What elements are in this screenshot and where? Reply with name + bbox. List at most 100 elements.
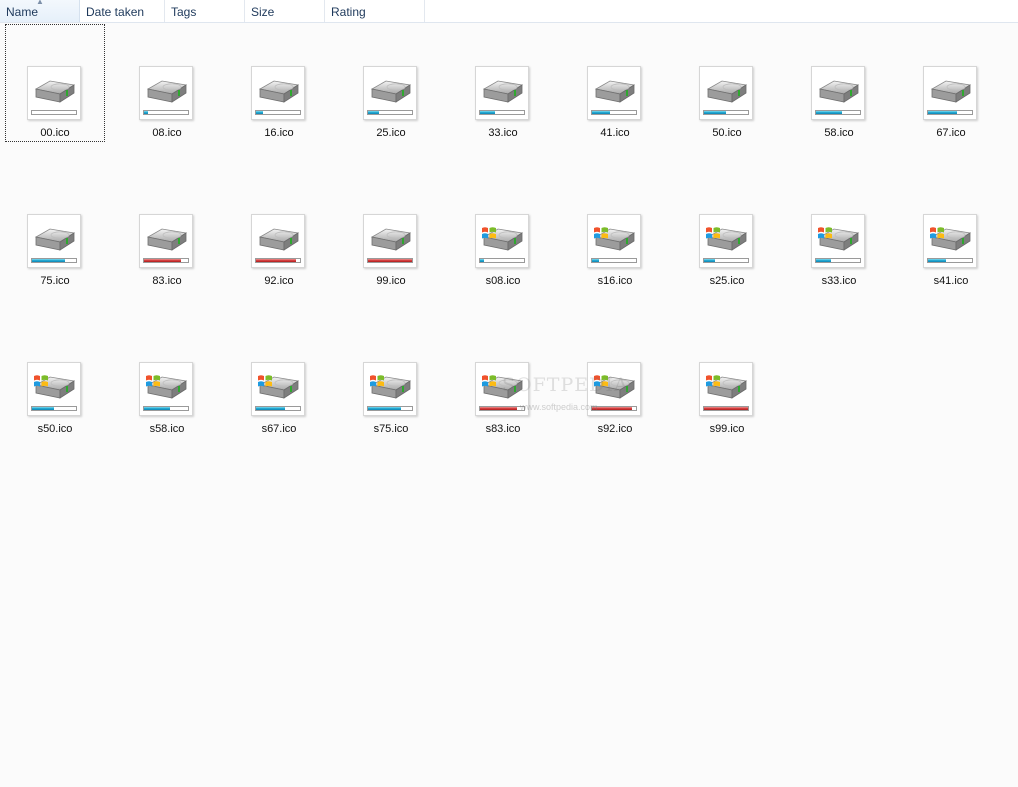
file-name: s50.ico xyxy=(37,423,73,435)
file-name: 50.ico xyxy=(712,127,742,139)
file-thumbnail xyxy=(699,214,753,268)
file-thumbnail xyxy=(363,214,417,268)
watermark: SOFTPEDIA xyxy=(502,374,629,396)
file-item[interactable]: s58.ico xyxy=(117,320,217,438)
capacity-bar xyxy=(367,110,413,115)
file-item[interactable]: s41.ico xyxy=(901,172,1001,290)
capacity-bar xyxy=(479,110,525,115)
file-name: 08.ico xyxy=(152,127,182,139)
file-name: s16.ico xyxy=(597,275,633,287)
column-header-tags[interactable]: Tags xyxy=(165,0,245,22)
file-thumbnail xyxy=(923,214,977,268)
file-thumbnail xyxy=(475,66,529,120)
capacity-bar xyxy=(815,110,861,115)
capacity-bar-fill xyxy=(368,259,412,262)
file-item[interactable]: s50.ico xyxy=(5,320,105,438)
file-name: s25.ico xyxy=(709,275,745,287)
file-thumbnail xyxy=(251,362,305,416)
file-thumbnail xyxy=(811,214,865,268)
column-header-name[interactable]: ▲ Name xyxy=(0,0,80,22)
file-thumbnail xyxy=(363,66,417,120)
file-item[interactable]: s08.ico xyxy=(453,172,553,290)
file-name: s33.ico xyxy=(821,275,857,287)
file-item[interactable]: 92.ico xyxy=(229,172,329,290)
capacity-bar-fill xyxy=(144,407,170,410)
capacity-bar xyxy=(479,406,525,411)
file-item[interactable]: 25.ico xyxy=(341,24,441,142)
column-header-size[interactable]: Size xyxy=(245,0,325,22)
file-thumbnail xyxy=(587,66,641,120)
file-item[interactable]: s67.ico xyxy=(229,320,329,438)
sort-ascending-icon: ▲ xyxy=(36,0,44,6)
capacity-bar-fill xyxy=(480,111,495,114)
file-thumbnail xyxy=(475,214,529,268)
column-header-rating[interactable]: Rating xyxy=(325,0,425,22)
file-thumbnail xyxy=(139,214,193,268)
file-name: s75.ico xyxy=(373,423,409,435)
file-item[interactable]: 00.ico xyxy=(5,24,105,142)
capacity-bar xyxy=(367,406,413,411)
file-item[interactable]: 99.ico xyxy=(341,172,441,290)
file-thumbnail xyxy=(251,66,305,120)
file-item[interactable]: s75.ico xyxy=(341,320,441,438)
capacity-bar xyxy=(479,258,525,263)
capacity-bar-fill xyxy=(928,111,958,114)
column-header-label: Name xyxy=(6,5,39,19)
file-item[interactable]: s25.ico xyxy=(677,172,777,290)
file-name: 00.ico xyxy=(40,127,70,139)
capacity-bar-fill xyxy=(704,407,748,410)
capacity-bar-fill xyxy=(704,259,715,262)
capacity-bar xyxy=(927,258,973,263)
file-item[interactable]: 41.ico xyxy=(565,24,665,142)
capacity-bar-fill xyxy=(368,111,379,114)
file-name: 92.ico xyxy=(264,275,294,287)
capacity-bar xyxy=(31,110,77,115)
file-name: s92.ico xyxy=(597,423,633,435)
file-item[interactable]: 67.ico xyxy=(901,24,1001,142)
file-name: s83.ico xyxy=(485,423,521,435)
capacity-bar-fill xyxy=(144,259,181,262)
file-thumbnail xyxy=(363,362,417,416)
capacity-bar-fill xyxy=(480,407,517,410)
capacity-bar xyxy=(703,258,749,263)
capacity-bar-fill xyxy=(592,259,600,262)
file-thumbnail xyxy=(27,214,81,268)
column-header-date-taken[interactable]: Date taken xyxy=(80,0,165,22)
file-item[interactable]: 08.ico xyxy=(117,24,217,142)
capacity-bar xyxy=(255,406,301,411)
file-item[interactable]: 33.ico xyxy=(453,24,553,142)
capacity-bar-fill xyxy=(32,259,65,262)
file-item[interactable]: 50.ico xyxy=(677,24,777,142)
capacity-bar xyxy=(367,258,413,263)
file-name: s67.ico xyxy=(261,423,297,435)
file-item[interactable]: s33.ico xyxy=(789,172,889,290)
capacity-bar xyxy=(31,258,77,263)
file-item[interactable]: 58.ico xyxy=(789,24,889,142)
file-item[interactable]: 16.ico xyxy=(229,24,329,142)
capacity-bar xyxy=(143,406,189,411)
file-item[interactable]: 83.ico xyxy=(117,172,217,290)
capacity-bar-fill xyxy=(592,111,611,114)
capacity-bar-fill xyxy=(704,111,726,114)
capacity-bar xyxy=(143,110,189,115)
column-header-label: Date taken xyxy=(86,5,145,19)
file-thumbnail xyxy=(699,362,753,416)
file-thumbnail xyxy=(139,66,193,120)
watermark-url: www.softpedia.com xyxy=(520,402,598,412)
file-thumbnail xyxy=(27,66,81,120)
capacity-bar-fill xyxy=(256,111,264,114)
file-item[interactable]: 75.ico xyxy=(5,172,105,290)
capacity-bar-fill xyxy=(144,111,148,114)
file-thumbnail xyxy=(923,66,977,120)
file-thumbnail xyxy=(27,362,81,416)
file-name: 41.ico xyxy=(600,127,630,139)
file-item[interactable]: s99.ico xyxy=(677,320,777,438)
file-name: 16.ico xyxy=(264,127,294,139)
file-name: 99.ico xyxy=(376,275,406,287)
file-item[interactable]: s16.ico xyxy=(565,172,665,290)
file-thumbnail xyxy=(139,362,193,416)
file-thumbnail xyxy=(699,66,753,120)
file-thumbnail xyxy=(811,66,865,120)
column-header-label: Rating xyxy=(331,5,366,19)
file-name: s08.ico xyxy=(485,275,521,287)
